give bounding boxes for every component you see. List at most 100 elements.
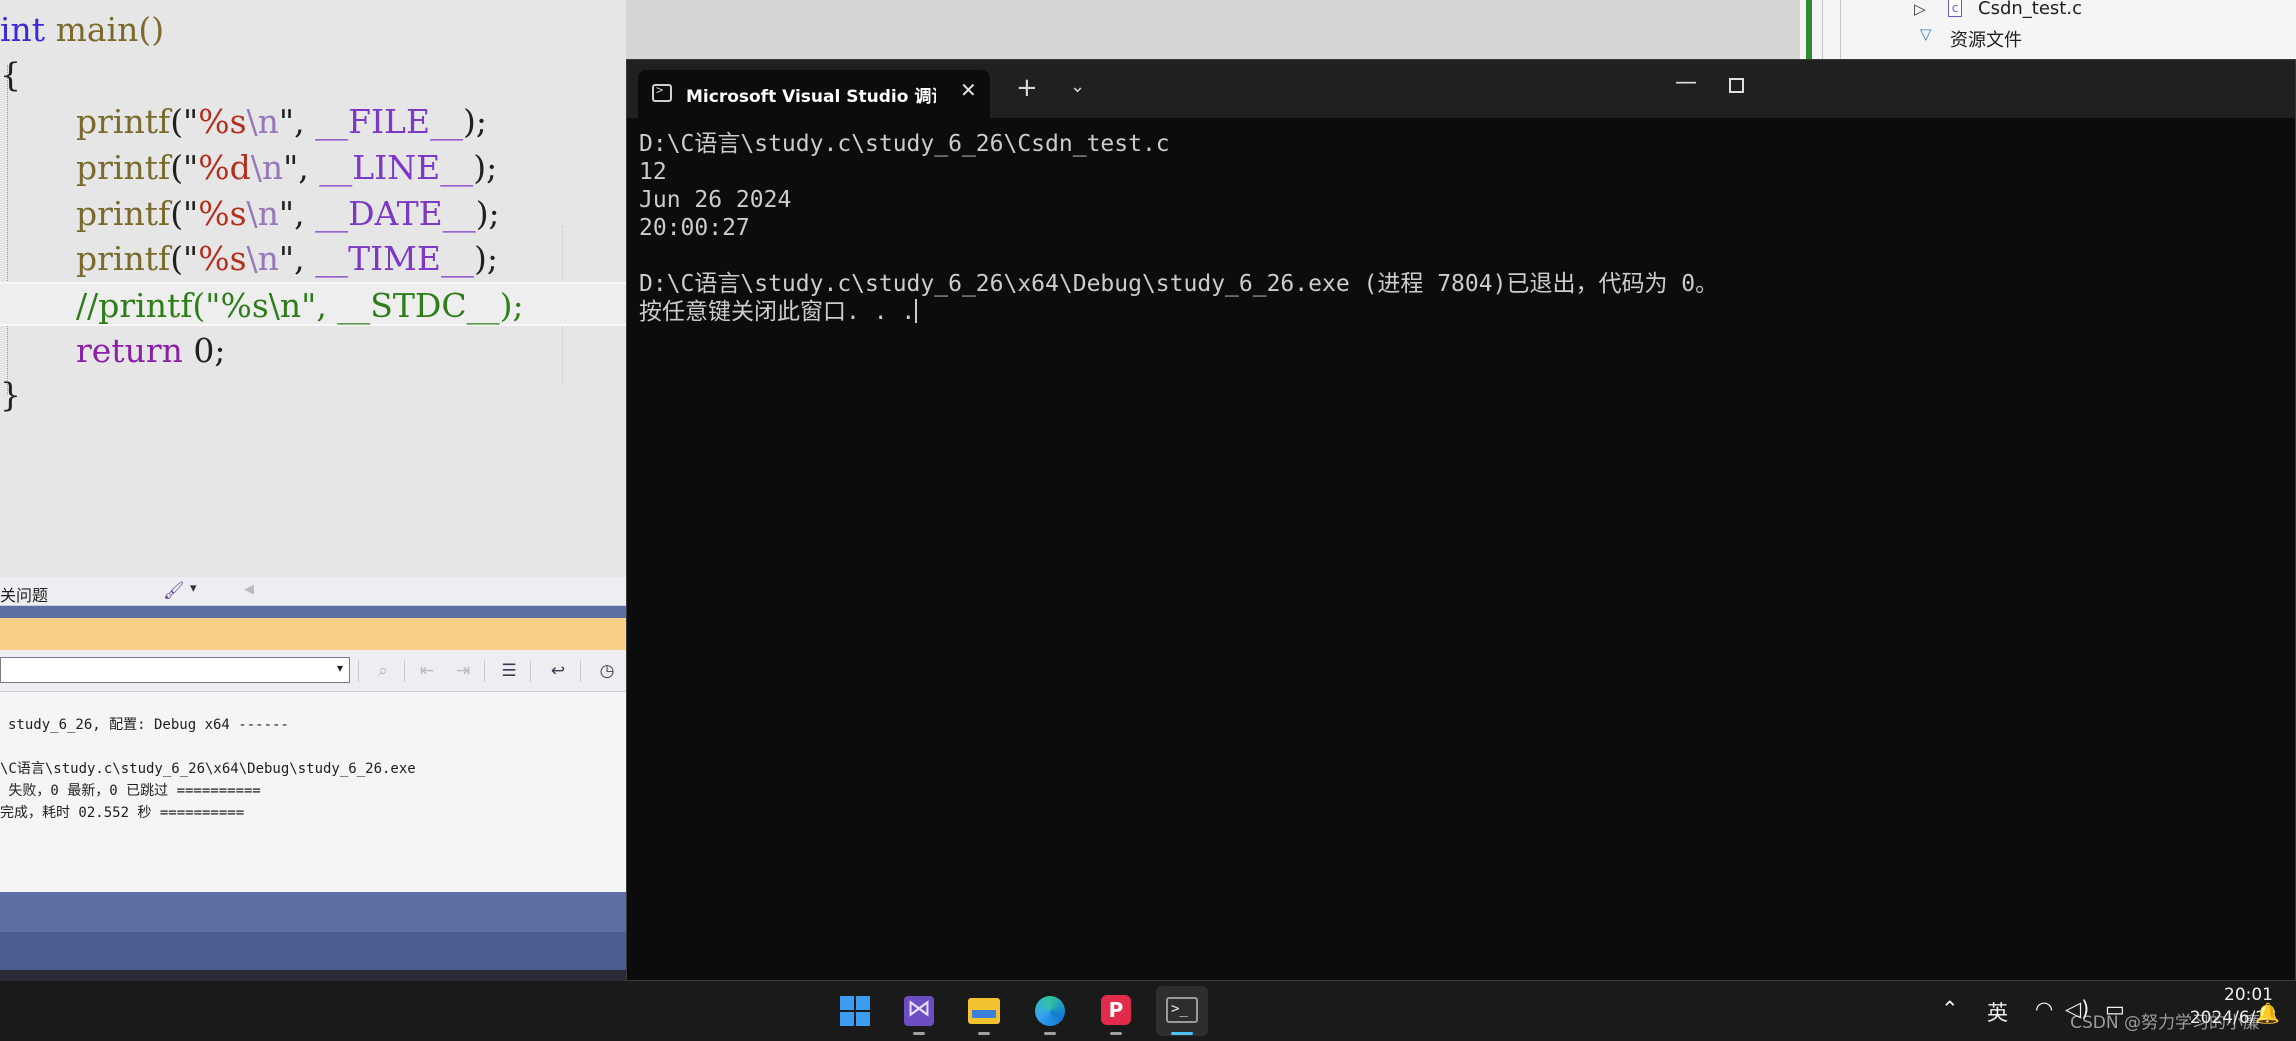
chevron-down-icon[interactable]: ▾ [190,581,197,596]
quote-comma: ", [278,102,316,141]
visual-studio-icon [904,994,934,1026]
statement-end: ); [463,102,488,141]
terminal-titlebar[interactable]: Microsoft Visual Studio 调试控制台 ✕ + ⌄ — [627,60,2295,118]
info-bar [0,618,626,650]
show-hidden-icons-chevron-icon[interactable]: ⌃ [1941,997,1959,1021]
clock-icon[interactable]: ◷ [594,659,620,683]
clear-all-icon[interactable]: ☰ [496,659,522,683]
output-panel[interactable]: study_6_26, 配置: Debug x64 ------ \C语言\st… [0,692,626,892]
paintbrush-icon[interactable]: 🖌 [163,581,185,601]
taskbar-edge[interactable] [1024,986,1076,1036]
terminal-line: Jun 26 2024 [639,187,792,213]
output-toolbar: ▾ ⌕ ⇤ ⇥ ☰ ↩ ◷ [0,650,626,692]
output-source-select[interactable]: ▾ [0,657,350,683]
terminal-window[interactable]: Microsoft Visual Studio 调试控制台 ✕ + ⌄ — D:… [626,59,2296,981]
file-explorer-icon [968,998,1000,1024]
active-indicator [1171,1032,1193,1035]
paren-quote: (" [170,194,199,233]
code-line-printf-line[interactable]: printf("%d\n", __LINE__); [76,146,497,190]
return-value: 0; [182,331,226,370]
format-spec: %s [198,102,247,141]
terminal-tab[interactable]: Microsoft Visual Studio 调试控制台 ✕ [638,70,990,118]
dropdown-arrow-icon: ▾ [336,661,343,675]
terminal-line: D:\C语言\study.c\study_6_26\x64\Debug\stud… [639,271,1719,297]
expand-arrow-icon[interactable]: ▷ [1914,0,1926,18]
paren-quote: (" [170,148,199,187]
keyword-int: int [0,10,46,49]
output-line: study_6_26, 配置: Debug x64 ------ [8,717,289,733]
taskbar-terminal[interactable]: >_ [1156,986,1208,1036]
error-list-label: 关问题 [0,586,49,605]
tree-guide [1822,0,1823,60]
solution-explorer: ▷ c Csdn_test.c ▽ 资源文件 [1800,0,2296,60]
quote-comma: ", [278,194,316,233]
brace: { [0,55,21,94]
running-indicator [1110,1032,1122,1035]
change-indicator [1806,0,1812,60]
code-line-printf-file[interactable]: printf("%s\n", __FILE__); [76,100,487,144]
statement-end: ); [474,239,499,278]
printf-call: printf [76,239,171,278]
panel-divider [0,606,626,618]
terminal-line: 20:00:27 [639,215,750,241]
running-indicator [913,1032,925,1035]
code-line-main[interactable]: int main() [0,8,164,52]
output-line: \C语言\study.c\study_6_26\x64\Debug\study_… [0,761,416,777]
macro-line: __LINE__ [319,148,474,187]
code-line-printf-date[interactable]: printf("%s\n", __DATE__); [76,192,500,236]
close-tab-icon[interactable]: ✕ [960,78,977,102]
quote-comma: ", [283,148,320,187]
printf-call: printf [76,194,171,233]
c-file-icon: c [1948,0,1962,17]
toolbar-separator [530,660,531,682]
running-indicator [978,1032,990,1035]
printf-call: printf [76,102,171,141]
statement-end: ); [473,148,498,187]
taskbar: P >_ ⌃ 英 ◠ ◁) ▭ 20:01 2024/6/26 🔔 CSDN @… [0,981,2296,1041]
code-line-close-brace[interactable]: } [0,373,21,417]
minimize-icon[interactable]: — [1675,70,1697,95]
solution-item-resource-files[interactable]: 资源文件 [1950,26,2022,52]
filter-folder-icon: ▽ [1920,25,1932,43]
previous-message-icon[interactable]: ⇤ [414,659,440,683]
taskbar-file-explorer[interactable] [958,986,1010,1036]
escape-seq: \n [246,194,279,233]
wifi-icon[interactable]: ◠ [2035,997,2053,1021]
next-message-icon[interactable]: ⇥ [450,659,476,683]
status-bar [0,932,626,970]
new-tab-icon[interactable]: + [1016,74,1038,102]
start-button[interactable] [829,986,881,1036]
quote-comma: ", [278,239,316,278]
format-spec: %s [198,239,247,278]
toolbar-separator [358,660,359,682]
terminal-output[interactable]: D:\C语言\study.c\study_6_26\Csdn_test.c 12… [639,130,2295,980]
solution-item-csdn-test[interactable]: Csdn_test.c [1978,0,2082,19]
desktop-wallpaper [0,970,626,981]
code-editor[interactable]: int main() { printf("%s\n", __FILE__); p… [0,0,626,577]
maximize-icon[interactable] [1729,78,1744,93]
find-message-icon[interactable]: ⌕ [370,659,396,683]
printf-call: printf [76,148,171,187]
code-line-open-brace[interactable]: { [0,53,21,97]
code-line-printf-time[interactable]: printf("%s\n", __TIME__); [76,237,498,281]
code-line-comment-current[interactable]: //printf("%s\n", __STDC__); [0,282,626,326]
taskbar-visual-studio[interactable] [893,986,945,1036]
macro-file: __FILE__ [315,102,464,141]
format-spec: %d [198,148,251,187]
word-wrap-icon[interactable]: ↩ [545,659,571,683]
code-line-return[interactable]: return 0; [76,329,225,373]
toolbar-separator [404,660,405,682]
output-line: 完成，耗时 02.552 秒 ========== [0,805,245,821]
input-method-indicator[interactable]: 英 [1987,997,2008,1027]
chevron-down-icon[interactable]: ⌄ [1070,76,1085,97]
terminal-prompt-line: 按任意键关闭此窗口. . . [639,298,2295,326]
windows-icon [840,996,870,1026]
paren-quote: (" [170,239,199,278]
statement-end: ); [475,194,500,233]
csdn-watermark: CSDN @努力学习的小廉 [2070,1013,2260,1033]
format-spec: %s [198,194,247,233]
taskbar-powerpoint[interactable]: P [1090,986,1142,1036]
scroll-left-icon[interactable]: ◀ [244,582,254,597]
error-list-header: 关问题 🖌 ▾ ◀ [0,577,626,606]
